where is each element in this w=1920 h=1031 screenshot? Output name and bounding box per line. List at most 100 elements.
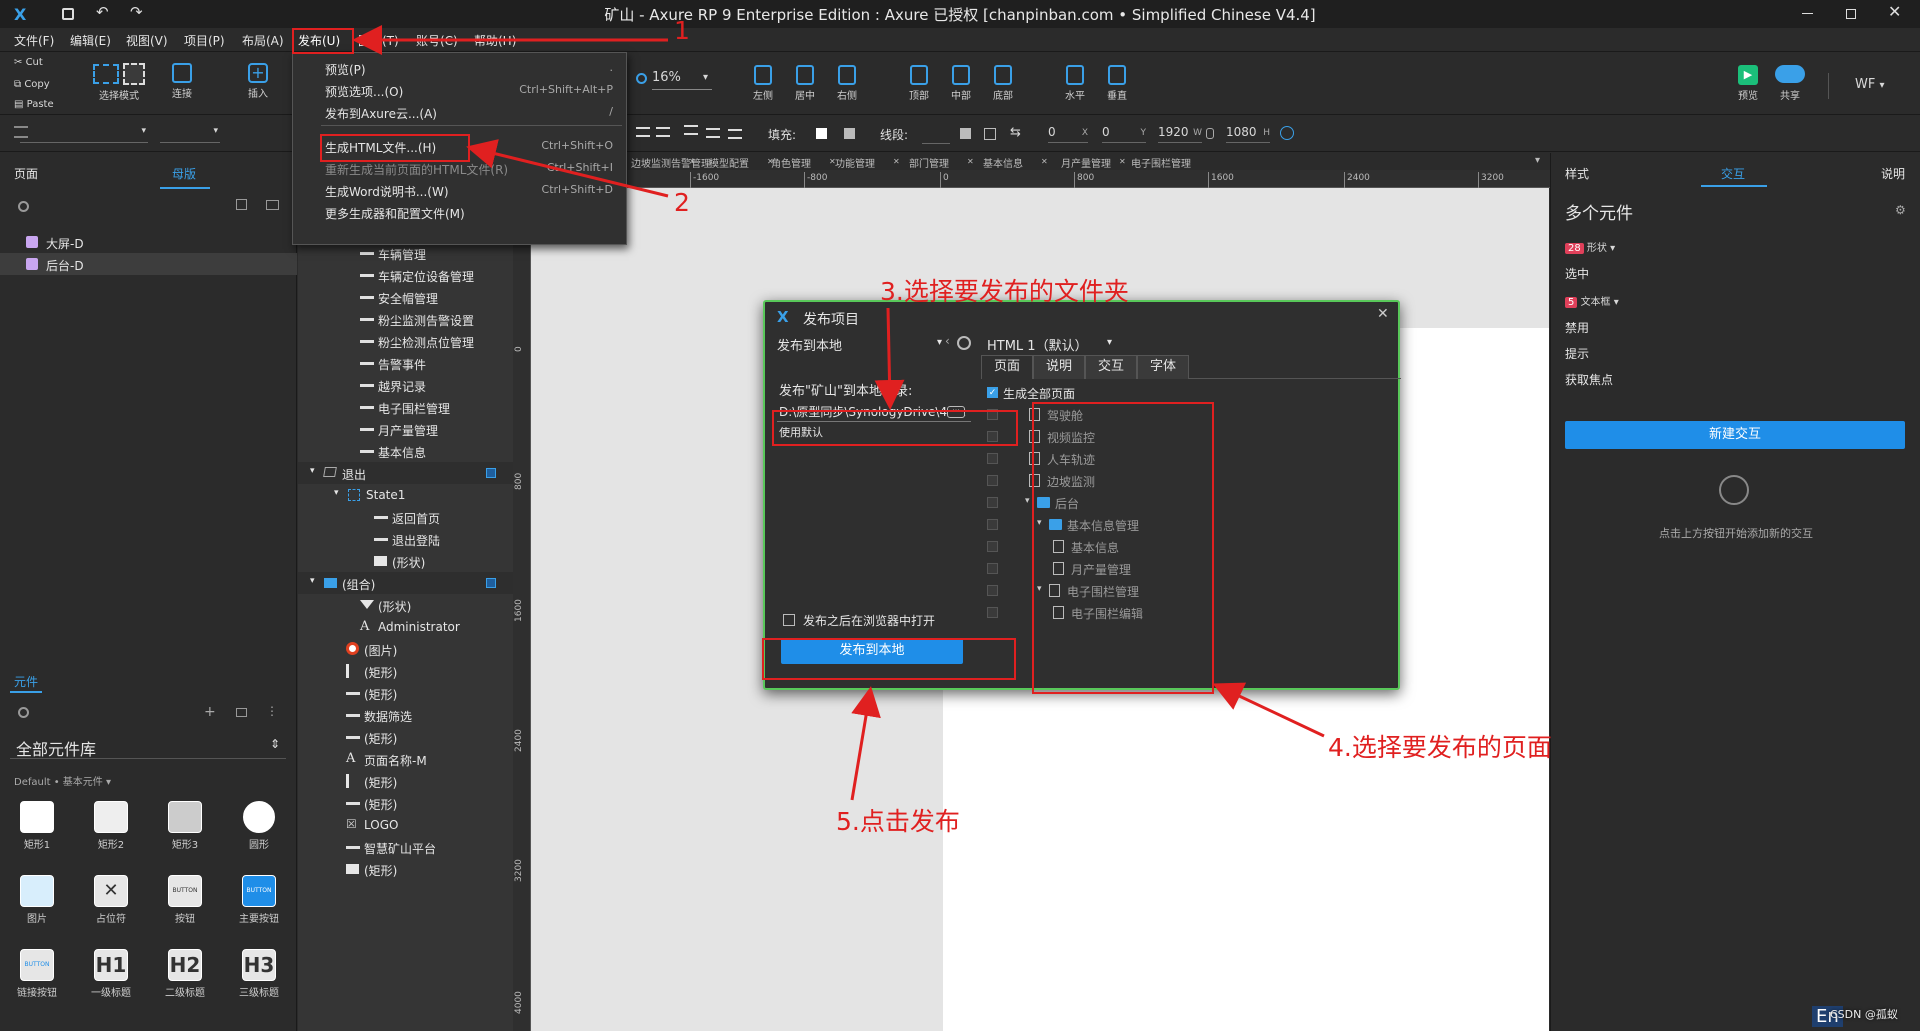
- html-profile-select[interactable]: HTML 1（默认） ▾: [987, 332, 1147, 354]
- outline-row[interactable]: 安全帽管理: [298, 286, 513, 308]
- widget-placeholder[interactable]: ✕ 占位符: [86, 875, 136, 925]
- add-library-icon[interactable]: +: [204, 704, 216, 720]
- tab-pages[interactable]: 页面: [14, 165, 38, 182]
- fill-pattern-swatch[interactable]: [844, 128, 855, 139]
- page-checkbox[interactable]: [987, 453, 998, 464]
- line-style-icon[interactable]: [984, 128, 996, 140]
- menu-view[interactable]: 视图(V): [126, 32, 168, 49]
- page-checkbox[interactable]: [987, 607, 998, 618]
- align-center-button[interactable]: 居中: [790, 65, 820, 102]
- expand-caret-icon[interactable]: ▾: [310, 466, 315, 476]
- more-icon[interactable]: ⋮: [266, 704, 278, 718]
- widget-rect1[interactable]: 矩形1: [12, 801, 62, 851]
- widget-h3[interactable]: H3 三级标题: [234, 949, 284, 999]
- outline-row[interactable]: 粉尘检测点位管理: [298, 330, 513, 352]
- tab-masters[interactable]: 母版: [172, 165, 196, 182]
- publish-mode-select[interactable]: 发布到本地 ▾: [777, 332, 947, 354]
- dialog-close-icon[interactable]: ✕: [1377, 306, 1389, 322]
- canvas-page-tab[interactable]: 月产量管理: [1061, 155, 1111, 170]
- outline-row[interactable]: (矩形): [298, 660, 513, 682]
- fill-color-swatch[interactable]: [816, 128, 827, 139]
- align-right-button[interactable]: 右侧: [832, 65, 862, 102]
- dd-generate-word[interactable]: 生成Word说明书...(W) Ctrl+Shift+D: [325, 179, 621, 201]
- preview-button[interactable]: ▶ 预览: [1730, 65, 1766, 102]
- outline-row[interactable]: 月产量管理: [298, 418, 513, 440]
- close-tab-icon[interactable]: ✕: [689, 157, 696, 166]
- textbox-count-badge[interactable]: 5 文本框 ▾: [1565, 293, 1619, 308]
- outline-row[interactable]: 返回首页: [298, 506, 513, 528]
- maximize-icon[interactable]: [1846, 9, 1856, 19]
- outline-row[interactable]: (矩形): [298, 726, 513, 748]
- expand-caret-icon[interactable]: ▾: [334, 488, 339, 498]
- outline-row[interactable]: 数据筛选: [298, 704, 513, 726]
- canvas-page-tab[interactable]: 基本信息: [983, 155, 1023, 170]
- outline-row[interactable]: (矩形): [298, 682, 513, 704]
- valign-top-icon[interactable]: [684, 125, 698, 135]
- connect-button[interactable]: 连接: [162, 63, 202, 100]
- library-select[interactable]: 全部元件库 ⇕: [10, 733, 286, 759]
- close-window-icon[interactable]: ✕: [1888, 2, 1901, 21]
- gear-icon[interactable]: [957, 336, 971, 350]
- height-field[interactable]: 1080 H: [1226, 125, 1270, 143]
- event-focus[interactable]: 获取焦点: [1565, 371, 1613, 388]
- distribute-vertical-button[interactable]: 垂直: [1102, 65, 1132, 102]
- add-page-icon[interactable]: [236, 199, 247, 210]
- component-search-icon[interactable]: [18, 707, 29, 718]
- line-width-field[interactable]: [922, 126, 950, 144]
- tabs-overflow-icon[interactable]: ▾: [1535, 155, 1540, 166]
- widget-button[interactable]: BUTTON 按钮: [160, 875, 210, 925]
- outline-row[interactable]: 电子围栏管理: [298, 396, 513, 418]
- cut-button[interactable]: ✂ Cut: [14, 57, 43, 68]
- settings-sliders-icon[interactable]: ⚙: [1895, 203, 1906, 217]
- lock-ratio-icon[interactable]: [1206, 128, 1214, 139]
- dialog-tab[interactable]: 说明: [1033, 355, 1085, 379]
- select-layer-icon[interactable]: [486, 468, 496, 478]
- zoom-select[interactable]: 16% ▾: [652, 70, 712, 90]
- arrow-style-icon[interactable]: ⇆: [1010, 125, 1021, 140]
- menu-edit[interactable]: 编辑(E): [70, 32, 111, 49]
- page-checkbox[interactable]: ✓: [987, 387, 998, 398]
- outline-row[interactable]: 基本信息: [298, 440, 513, 462]
- valign-middle-icon[interactable]: [706, 128, 720, 138]
- canvas-page-tab[interactable]: 边坡监测告警管理: [631, 155, 711, 170]
- tab-notes[interactable]: 说明: [1881, 165, 1905, 182]
- font-size-select[interactable]: ▾: [160, 125, 220, 143]
- insert-button[interactable]: + 插入: [238, 63, 278, 100]
- close-tab-icon[interactable]: ✕: [893, 157, 900, 166]
- redo-icon[interactable]: ↷: [130, 3, 143, 21]
- canvas-page-tab[interactable]: 电子围栏管理: [1131, 155, 1191, 170]
- align-text-left-icon[interactable]: [636, 127, 650, 137]
- outline-row[interactable]: (矩形): [298, 792, 513, 814]
- outline-row[interactable]: (矩形): [298, 858, 513, 880]
- outline-row[interactable]: (形状): [298, 594, 513, 616]
- valign-bottom-icon[interactable]: [728, 129, 742, 139]
- outline-row[interactable]: ▾ (组合): [298, 572, 513, 594]
- page-item[interactable]: 后台-D: [0, 253, 297, 275]
- width-field[interactable]: 1920 W: [1158, 125, 1202, 143]
- align-middle-button[interactable]: 中部: [946, 65, 976, 102]
- canvas-page-tab[interactable]: 功能管理: [835, 155, 875, 170]
- widget-primary-button[interactable]: BUTTON 主要按钮: [234, 875, 284, 925]
- close-tab-icon[interactable]: ✕: [1041, 157, 1048, 166]
- dialog-tab[interactable]: 页面: [981, 355, 1033, 379]
- tab-style[interactable]: 样式: [1565, 165, 1589, 182]
- page-checkbox[interactable]: [987, 585, 998, 596]
- canvas-page-tab[interactable]: 模型配置: [709, 155, 749, 170]
- user-menu[interactable]: WF ▾: [1855, 77, 1885, 92]
- dd-more-generators[interactable]: 更多生成器和配置文件(M): [325, 201, 621, 223]
- outline-row[interactable]: 告警事件: [298, 352, 513, 374]
- widget-link-button[interactable]: BUTTON 链接按钮: [12, 949, 62, 999]
- widget-circle[interactable]: 圆形: [234, 801, 284, 851]
- widget-rect3[interactable]: 矩形3: [160, 801, 210, 851]
- dd-publish-cloud[interactable]: 发布到Axure云...(A) /: [325, 101, 621, 123]
- add-folder-icon[interactable]: [266, 200, 279, 210]
- tab-components[interactable]: 元件: [14, 673, 38, 690]
- align-top-button[interactable]: 顶部: [904, 65, 934, 102]
- align-left-button[interactable]: 左侧: [748, 65, 778, 102]
- canvas-page-tab[interactable]: 部门管理: [909, 155, 949, 170]
- select-layer-icon[interactable]: [486, 578, 496, 588]
- page-checkbox[interactable]: [987, 475, 998, 486]
- hide-icon[interactable]: [1280, 126, 1294, 140]
- expand-caret-icon[interactable]: ▾: [1025, 496, 1030, 506]
- align-text-center-icon[interactable]: [656, 127, 670, 137]
